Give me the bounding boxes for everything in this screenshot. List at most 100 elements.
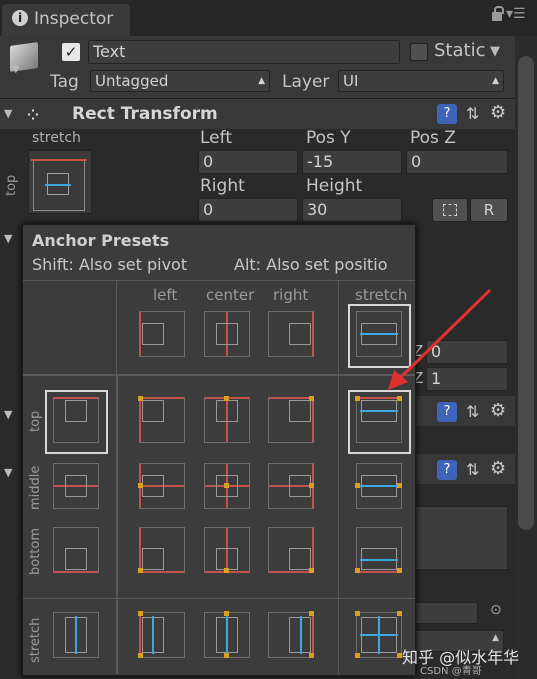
preset-header-left[interactable] bbox=[139, 311, 185, 357]
preset-icon[interactable]: ⇅ bbox=[466, 104, 479, 123]
gameobject-dropdown-icon[interactable]: ▼ bbox=[12, 64, 20, 75]
raw-edit-label: R bbox=[483, 201, 495, 219]
preset-middle-stretch[interactable] bbox=[355, 463, 402, 509]
lock-shackle-icon bbox=[494, 6, 504, 14]
anchor-presets-popup: Anchor Presets Shift: Also set pivot Alt… bbox=[22, 224, 416, 676]
anchor-line bbox=[140, 397, 184, 399]
blueprint-button[interactable] bbox=[432, 198, 468, 222]
text-area-behind[interactable] bbox=[414, 506, 508, 570]
preset-stretch-stretch[interactable] bbox=[355, 611, 402, 658]
anchor-dot bbox=[138, 483, 143, 488]
pos-z-input[interactable]: 0 bbox=[406, 150, 508, 174]
preset-icon-2[interactable]: ⇅ bbox=[466, 402, 479, 421]
anchor-line bbox=[139, 528, 141, 572]
pos-y-input[interactable]: -15 bbox=[302, 150, 402, 174]
anchor-dot bbox=[309, 483, 314, 488]
section-foldout-icon-2[interactable]: ▼ bbox=[4, 408, 12, 421]
row-header-middle: middle bbox=[28, 465, 43, 510]
anchor-line bbox=[140, 571, 184, 573]
preset-rowheader-stretch[interactable] bbox=[53, 612, 99, 658]
foldout-arrow-icon[interactable]: ▼ bbox=[4, 107, 12, 120]
field-label-pos-y: Pos Y bbox=[306, 128, 351, 148]
preset-bottom-stretch[interactable] bbox=[355, 527, 402, 573]
anchor-line bbox=[54, 571, 98, 573]
anchor-dot bbox=[309, 396, 314, 401]
anchor-dot bbox=[355, 568, 360, 573]
preset-bottom-center[interactable] bbox=[204, 527, 250, 573]
anchor-dot bbox=[224, 396, 229, 401]
preset-rowheader-bottom[interactable] bbox=[53, 527, 99, 573]
anchor-line bbox=[312, 528, 314, 572]
anchor-dot bbox=[224, 611, 229, 616]
object-name-input[interactable]: Text bbox=[88, 40, 400, 64]
gear-icon[interactable]: ⚙ bbox=[490, 102, 506, 123]
anchor-dot bbox=[309, 611, 314, 616]
tag-label: Tag bbox=[50, 72, 79, 92]
popup-stretch-vline bbox=[338, 281, 339, 674]
preset-stretch-center[interactable] bbox=[204, 611, 250, 658]
anchor-line bbox=[139, 312, 141, 356]
anchor-top-label: top bbox=[4, 174, 19, 196]
preset-header-center[interactable] bbox=[204, 311, 250, 357]
preset-stretch-left[interactable] bbox=[138, 611, 185, 658]
anchor-preset-button[interactable] bbox=[28, 150, 92, 214]
preset-inner-rect bbox=[289, 548, 311, 570]
help-icon-2[interactable]: ? bbox=[437, 402, 457, 422]
section-foldout-icon[interactable]: ▼ bbox=[4, 232, 12, 245]
preset-middle-right[interactable] bbox=[268, 463, 314, 509]
stretch-h-arrow bbox=[360, 485, 398, 487]
anchor-line bbox=[312, 398, 314, 442]
right-input[interactable]: 0 bbox=[198, 198, 298, 222]
preset-header-right[interactable] bbox=[268, 311, 314, 357]
left-input[interactable]: 0 bbox=[198, 150, 298, 174]
preset-inner-rect bbox=[142, 475, 164, 497]
raw-edit-button[interactable]: R bbox=[470, 198, 508, 222]
preset-inner-rect bbox=[65, 548, 87, 570]
preset-top-left[interactable] bbox=[138, 396, 185, 443]
gear-icon-2[interactable]: ⚙ bbox=[490, 400, 506, 421]
stretch-v-arrow bbox=[75, 616, 77, 654]
tag-dropdown[interactable]: Untagged ▲ bbox=[90, 70, 270, 92]
anchor-line bbox=[269, 397, 313, 399]
tab-menu-icon[interactable]: ▾☰ bbox=[506, 6, 526, 22]
stretch-v-arrow bbox=[226, 616, 228, 654]
active-checkbox[interactable]: ✓ bbox=[62, 43, 80, 61]
static-dropdown-icon[interactable]: ▼ bbox=[490, 44, 500, 59]
stretch-v-arrow bbox=[378, 616, 380, 654]
static-checkbox[interactable] bbox=[410, 43, 428, 61]
object-picker-icon[interactable]: ⊙ bbox=[490, 602, 502, 618]
preset-bottom-left[interactable] bbox=[138, 527, 185, 573]
anchor-line bbox=[312, 613, 314, 657]
selected-row-highlight bbox=[45, 390, 108, 454]
info-icon: i bbox=[12, 10, 28, 26]
preset-top-right[interactable] bbox=[268, 396, 314, 443]
preset-inner-rect bbox=[216, 548, 238, 570]
object-field-behind[interactable] bbox=[414, 602, 478, 624]
annotation-arrow-shaft bbox=[396, 288, 492, 382]
height-input[interactable]: 30 bbox=[302, 198, 402, 222]
gear-icon-3[interactable]: ⚙ bbox=[490, 458, 506, 479]
layer-dropdown[interactable]: UI ▲ bbox=[338, 70, 504, 92]
preset-middle-center[interactable] bbox=[204, 463, 250, 509]
anchor-dot bbox=[397, 568, 402, 573]
help-icon[interactable]: ? bbox=[437, 104, 457, 124]
preset-stretch-right[interactable] bbox=[268, 611, 314, 658]
anchor-line bbox=[139, 398, 141, 442]
anchor-dot bbox=[138, 611, 143, 616]
stretch-h-arrow bbox=[360, 559, 398, 561]
help-icon-3[interactable]: ? bbox=[437, 460, 457, 480]
preset-inner-rect bbox=[142, 400, 164, 422]
inspector-tab[interactable]: i Inspector bbox=[2, 4, 130, 36]
anchor-line bbox=[269, 571, 313, 573]
section-foldout-icon-3[interactable]: ▼ bbox=[4, 466, 12, 479]
anchor-dot bbox=[397, 483, 402, 488]
preset-top-center[interactable] bbox=[204, 396, 250, 443]
scrollbar-thumb[interactable] bbox=[518, 56, 534, 530]
popup-header-vline bbox=[116, 281, 117, 374]
preset-middle-left[interactable] bbox=[138, 463, 185, 509]
preset-rowheader-middle[interactable] bbox=[53, 463, 99, 509]
preset-bottom-right[interactable] bbox=[268, 527, 314, 573]
preset-icon-3[interactable]: ⇅ bbox=[466, 460, 479, 479]
col-header-left: left bbox=[153, 286, 178, 304]
preset-inner-rect bbox=[142, 323, 164, 345]
